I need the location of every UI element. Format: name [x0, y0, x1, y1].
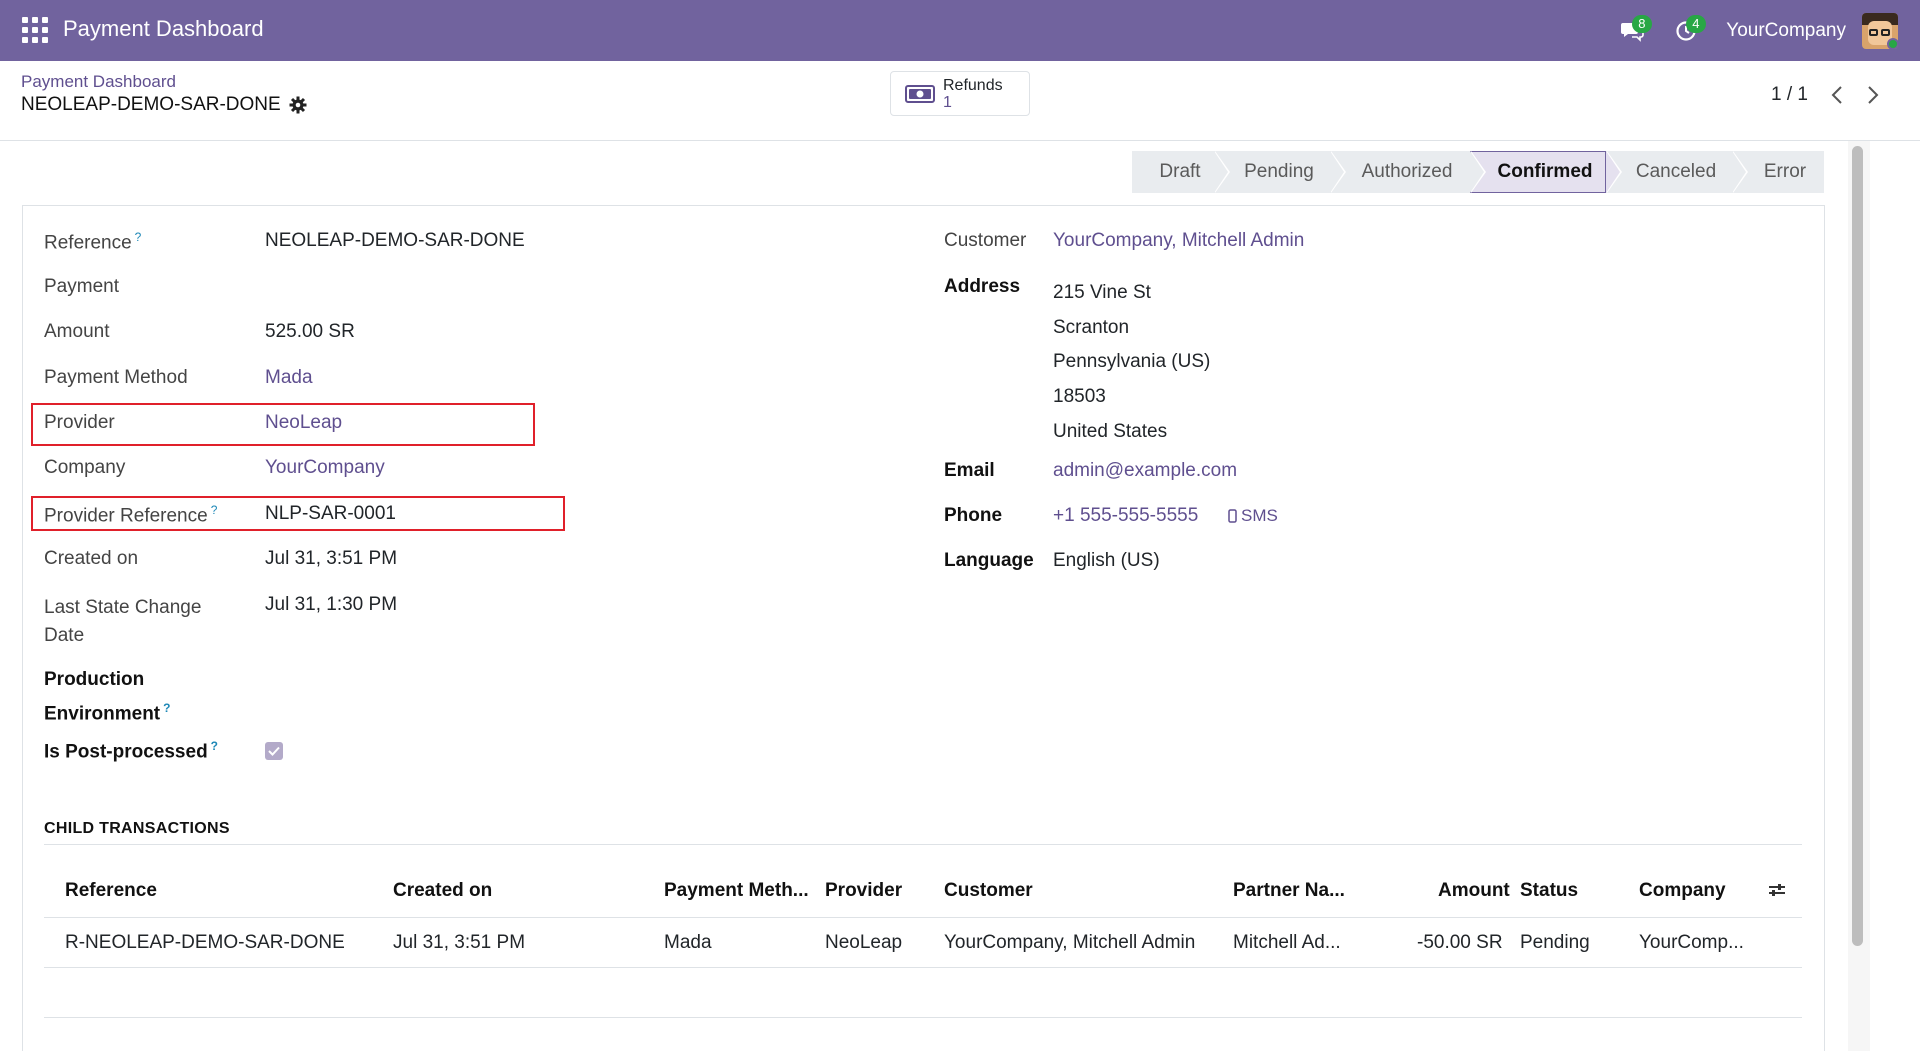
cell-created-on[interactable]: Jul 31, 3:51 PM: [393, 932, 525, 954]
refunds-smart-button[interactable]: Refunds 1: [890, 71, 1030, 116]
customer-link[interactable]: YourCompany, Mitchell Admin: [1053, 230, 1304, 252]
address-country: United States: [1053, 420, 1168, 442]
help-icon[interactable]: ?: [211, 503, 218, 517]
column-header-payment-method[interactable]: Payment Meth...: [664, 880, 809, 902]
table-footer-divider: [44, 1017, 1802, 1018]
reference-label: Reference?: [44, 230, 142, 254]
column-settings-icon[interactable]: [1767, 880, 1787, 906]
activities-button[interactable]: 4: [1666, 11, 1706, 51]
provider-reference-label: Provider Reference?: [44, 503, 218, 527]
is-post-processed-checkbox[interactable]: [265, 742, 283, 760]
help-icon[interactable]: ?: [211, 739, 218, 753]
column-header-provider[interactable]: Provider: [825, 880, 902, 902]
company-switcher[interactable]: YourCompany: [1726, 20, 1846, 42]
provider-link[interactable]: NeoLeap: [265, 412, 342, 434]
is-post-processed-label: Is Post-processed?: [44, 739, 219, 763]
stage-confirmed[interactable]: Confirmed: [1470, 151, 1622, 193]
column-header-company[interactable]: Company: [1639, 880, 1726, 902]
phone-link[interactable]: +1 555-555-5555: [1053, 505, 1198, 527]
cell-amount[interactable]: -50.00 SR: [1417, 932, 1503, 954]
help-icon[interactable]: ?: [163, 701, 170, 715]
mobile-icon: [1228, 509, 1237, 523]
stage-authorized[interactable]: Authorized: [1330, 151, 1486, 193]
table-header-divider: [44, 917, 1802, 918]
payment-method-label: Payment Method: [44, 367, 188, 388]
payment-method-link[interactable]: Mada: [265, 367, 313, 389]
apps-grid-icon[interactable]: [22, 17, 48, 43]
column-header-status[interactable]: Status: [1520, 880, 1578, 902]
stage-pending[interactable]: Pending: [1214, 151, 1346, 193]
check-icon: [268, 746, 280, 756]
column-header-reference[interactable]: Reference: [65, 880, 157, 902]
amount-label: Amount: [44, 321, 110, 342]
email-link[interactable]: admin@example.com: [1053, 460, 1237, 482]
cell-status[interactable]: Pending: [1520, 932, 1590, 954]
cell-payment-method[interactable]: Mada: [664, 932, 712, 954]
payment-label: Payment: [44, 276, 119, 297]
address-block[interactable]: 215 Vine St Scranton Pennsylvania (US) 1…: [1053, 276, 1210, 450]
help-icon[interactable]: ?: [135, 230, 142, 244]
money-icon: [905, 84, 935, 103]
record-name: NEOLEAP-DEMO-SAR-DONE: [21, 94, 281, 115]
scrollbar-thumb[interactable]: [1852, 146, 1863, 946]
refunds-count: 1: [943, 93, 952, 111]
column-header-amount[interactable]: Amount: [1438, 880, 1510, 902]
online-status-dot: [1887, 37, 1898, 49]
child-transactions-title: CHILD TRANSACTIONS: [44, 820, 230, 837]
phone-label: Phone: [944, 505, 1003, 526]
created-on-value[interactable]: Jul 31, 3:51 PM: [265, 548, 397, 570]
app-title[interactable]: Payment Dashboard: [63, 16, 264, 42]
company-label: Company: [44, 457, 126, 478]
sms-label: SMS: [1241, 506, 1278, 525]
cell-provider[interactable]: NeoLeap: [825, 932, 902, 954]
production-environment-label: Production Environment?: [44, 669, 171, 725]
company-link[interactable]: YourCompany: [265, 457, 385, 479]
chevron-right-icon[interactable]: [1866, 85, 1880, 105]
address-street: 215 Vine St: [1053, 282, 1151, 303]
messages-button[interactable]: 8: [1612, 11, 1652, 51]
table-row-divider: [44, 967, 1802, 968]
messages-count-badge: 8: [1632, 14, 1652, 33]
language-label: Language: [944, 550, 1034, 571]
provider-label: Provider: [44, 412, 115, 433]
section-divider: [44, 844, 1802, 845]
address-state: Pennsylvania (US): [1053, 351, 1211, 373]
column-header-customer[interactable]: Customer: [944, 880, 1033, 902]
cell-company[interactable]: YourComp...: [1639, 932, 1744, 954]
user-avatar[interactable]: [1862, 12, 1898, 49]
last-state-change-label: Last State Change Date: [44, 597, 202, 646]
top-navbar: Payment Dashboard 8 4 YourCompany: [0, 0, 1920, 61]
language-value[interactable]: English (US): [1053, 550, 1160, 572]
column-header-created-on[interactable]: Created on: [393, 880, 492, 902]
created-on-label: Created on: [44, 548, 139, 569]
refunds-label: Refunds: [943, 76, 1003, 94]
address-label: Address: [944, 276, 1021, 297]
reference-value[interactable]: NEOLEAP-DEMO-SAR-DONE: [265, 230, 525, 252]
amount-value[interactable]: 525.00 SR: [265, 321, 355, 343]
control-panel: Payment Dashboard NEOLEAP-DEMO-SAR-DONE: [0, 61, 1920, 141]
stage-draft[interactable]: Draft: [1132, 151, 1230, 193]
provider-reference-value[interactable]: NLP-SAR-0001: [265, 503, 396, 525]
cell-reference[interactable]: R-NEOLEAP-DEMO-SAR-DONE: [65, 932, 345, 954]
customer-label: Customer: [944, 230, 1027, 251]
record-title: NEOLEAP-DEMO-SAR-DONE: [21, 94, 307, 116]
cell-customer[interactable]: YourCompany, Mitchell Admin: [944, 932, 1195, 954]
breadcrumb[interactable]: Payment Dashboard: [21, 72, 176, 92]
sms-button[interactable]: SMS: [1228, 506, 1278, 526]
column-header-partner-name[interactable]: Partner Na...: [1233, 880, 1345, 902]
stage-canceled[interactable]: Canceled: [1606, 151, 1748, 193]
pager: 1 / 1: [1771, 84, 1880, 106]
address-city: Scranton: [1053, 316, 1130, 338]
gear-icon[interactable]: [289, 96, 307, 114]
last-state-change-value[interactable]: Jul 31, 1:30 PM: [265, 594, 397, 616]
address-zip: 18503: [1053, 386, 1106, 408]
email-label: Email: [944, 460, 995, 481]
pager-value[interactable]: 1 / 1: [1771, 84, 1808, 106]
status-bar: Draft Pending Authorized Confirmed Cance…: [1132, 151, 1824, 193]
cell-partner-name[interactable]: Mitchell Ad...: [1233, 932, 1341, 954]
activities-count-badge: 4: [1686, 14, 1706, 33]
chevron-left-icon[interactable]: [1830, 85, 1844, 105]
